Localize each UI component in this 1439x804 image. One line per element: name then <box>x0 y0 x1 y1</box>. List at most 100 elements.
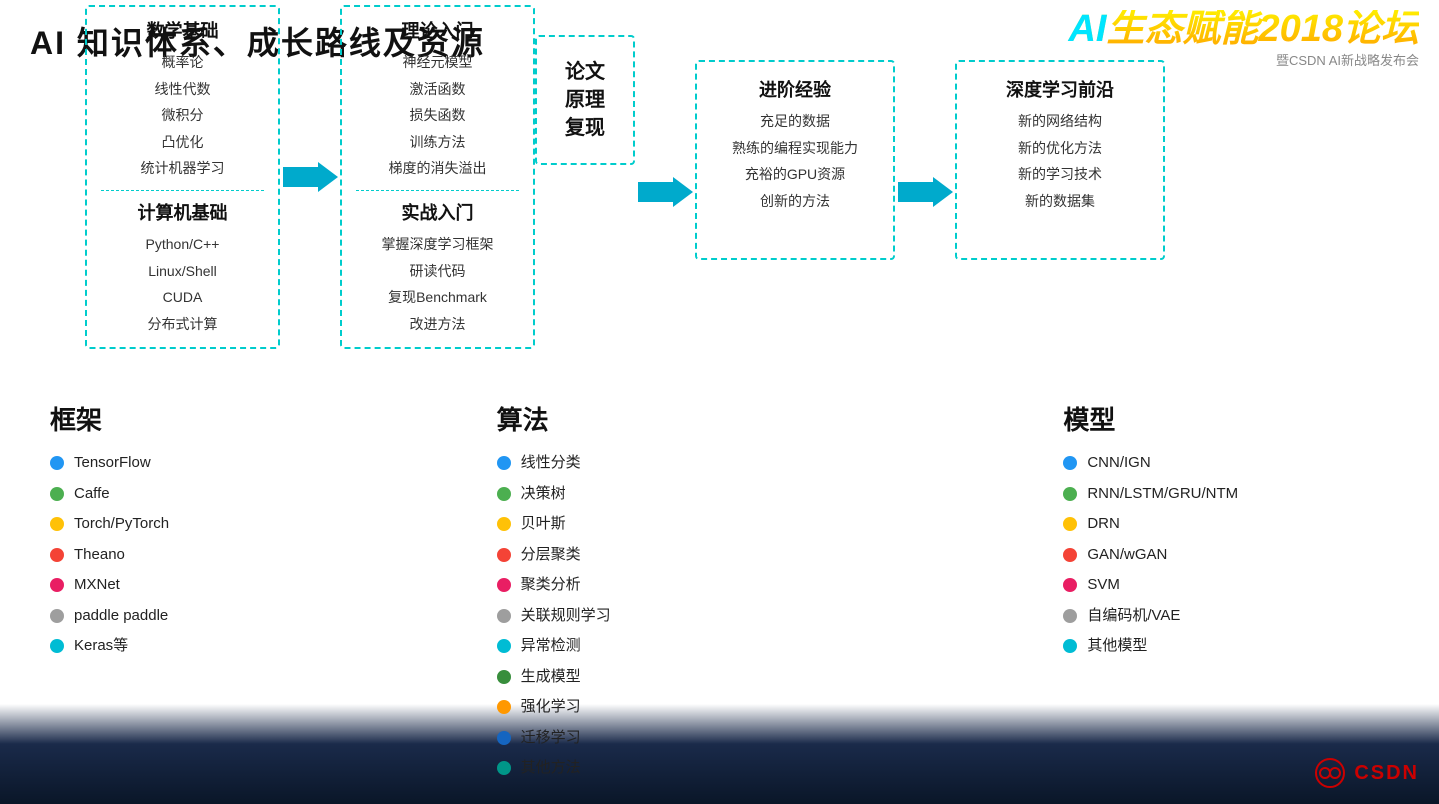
model-title: 模型 <box>1063 400 1390 437</box>
math-item-4: 凸优化 <box>101 129 264 156</box>
framework-item-keras: Keras等 <box>50 635 377 658</box>
practice-item-1: 掌握深度学习框架 <box>356 231 519 258</box>
cs-item-4: 分布式计算 <box>101 311 264 338</box>
dot-tensorflow <box>50 456 64 470</box>
dot-model-1 <box>1063 456 1077 470</box>
theory-item-4: 训练方法 <box>356 129 519 156</box>
legend-model: 模型 CNN/IGN RNN/LSTM/GRU/NTM DRN GAN/wGAN… <box>1043 390 1410 798</box>
framework-item-tensorflow: TensorFlow <box>50 452 377 475</box>
model-item-3: DRN <box>1063 513 1390 536</box>
deep-items: 新的网络结构 新的优化方法 新的学习技术 新的数据集 <box>973 108 1147 214</box>
dot-caffe <box>50 487 64 501</box>
dot-algo-8 <box>497 670 511 684</box>
divider-1 <box>101 190 264 191</box>
algo-item-1: 线性分类 <box>497 452 824 475</box>
algo-item-11: 其他方法 <box>497 757 824 780</box>
model-item-5: SVM <box>1063 574 1390 597</box>
paper-title: 论文原理复现 <box>565 58 605 142</box>
box-deep-learning: 深度学习前沿 新的网络结构 新的优化方法 新的学习技术 新的数据集 <box>955 60 1165 260</box>
dot-algo-9 <box>497 700 511 714</box>
flow-diagram: 数学基础 概率论 线性代数 微积分 凸优化 统计机器学习 计算机基础 Pytho… <box>85 5 1165 349</box>
dot-model-4 <box>1063 548 1077 562</box>
adv-item-4: 创新的方法 <box>713 188 877 215</box>
dot-theano <box>50 548 64 562</box>
label-algo-1: 线性分类 <box>521 452 581 475</box>
label-algo-4: 分层聚类 <box>521 544 581 567</box>
dot-model-2 <box>1063 487 1077 501</box>
label-algo-10: 迁移学习 <box>521 727 581 750</box>
framework-item-paddle: paddle paddle <box>50 605 377 628</box>
dot-algo-1 <box>497 456 511 470</box>
label-keras: Keras等 <box>74 635 128 658</box>
algo-item-7: 异常检测 <box>497 635 824 658</box>
cs-item-1: Python/C++ <box>101 231 264 258</box>
label-model-3: DRN <box>1087 513 1120 536</box>
dot-model-3 <box>1063 517 1077 531</box>
practice-title: 实战入门 <box>356 199 519 225</box>
dot-model-6 <box>1063 609 1077 623</box>
label-model-1: CNN/IGN <box>1087 452 1150 475</box>
theory-title: 理论入门 <box>356 17 519 43</box>
advanced-title: 进阶经验 <box>713 76 877 102</box>
adv-item-2: 熟练的编程实现能力 <box>713 135 877 162</box>
label-model-5: SVM <box>1087 574 1120 597</box>
label-model-2: RNN/LSTM/GRU/NTM <box>1087 483 1238 506</box>
dot-mxnet <box>50 578 64 592</box>
deep-title: 深度学习前沿 <box>973 76 1147 102</box>
practice-item-2: 研读代码 <box>356 258 519 285</box>
label-algo-7: 异常检测 <box>521 635 581 658</box>
math-item-1: 概率论 <box>101 49 264 76</box>
arrow-1 <box>280 5 340 349</box>
algo-item-6: 关联规则学习 <box>497 605 824 628</box>
arrow-2 <box>635 35 695 349</box>
practice-item-3: 复现Benchmark <box>356 284 519 311</box>
algo-item-8: 生成模型 <box>497 666 824 689</box>
deep-item-1: 新的网络结构 <box>973 108 1147 135</box>
box-foundations: 数学基础 概率论 线性代数 微积分 凸优化 统计机器学习 计算机基础 Pytho… <box>85 5 280 349</box>
algo-item-10: 迁移学习 <box>497 727 824 750</box>
label-model-7: 其他模型 <box>1087 635 1147 658</box>
practice-item-4: 改进方法 <box>356 311 519 338</box>
theory-item-3: 损失函数 <box>356 102 519 129</box>
cs-item-2: Linux/Shell <box>101 258 264 285</box>
arrow-3 <box>895 35 955 349</box>
algo-item-9: 强化学习 <box>497 696 824 719</box>
legend-section: 框架 TensorFlow Caffe Torch/PyTorch Theano… <box>30 390 1410 798</box>
framework-item-theano: Theano <box>50 544 377 567</box>
label-algo-5: 聚类分析 <box>521 574 581 597</box>
model-item-6: 自编码机/VAE <box>1063 605 1390 628</box>
math-title: 数学基础 <box>101 17 264 43</box>
math-items: 概率论 线性代数 微积分 凸优化 统计机器学习 <box>101 49 264 182</box>
deep-item-4: 新的数据集 <box>973 188 1147 215</box>
label-paddle: paddle paddle <box>74 605 168 628</box>
adv-item-3: 充裕的GPU资源 <box>713 161 877 188</box>
algorithm-title: 算法 <box>497 400 824 437</box>
csdn-logo: CSDN <box>1314 757 1419 789</box>
theory-item-2: 激活函数 <box>356 76 519 103</box>
label-mxnet: MXNet <box>74 574 120 597</box>
label-algo-9: 强化学习 <box>521 696 581 719</box>
model-item-1: CNN/IGN <box>1063 452 1390 475</box>
model-item-4: GAN/wGAN <box>1063 544 1390 567</box>
cs-items: Python/C++ Linux/Shell CUDA 分布式计算 <box>101 231 264 337</box>
label-tensorflow: TensorFlow <box>74 452 151 475</box>
dot-algo-3 <box>497 517 511 531</box>
label-theano: Theano <box>74 544 125 567</box>
box-advanced: 进阶经验 充足的数据 熟练的编程实现能力 充裕的GPU资源 创新的方法 <box>695 60 895 260</box>
legend-algorithm: 算法 线性分类 决策树 贝叶斯 分层聚类 聚类分析 关联规则学习 异常检测 <box>477 390 844 798</box>
label-torch: Torch/PyTorch <box>74 513 169 536</box>
framework-item-mxnet: MXNet <box>50 574 377 597</box>
theory-item-5: 梯度的消失溢出 <box>356 155 519 182</box>
label-algo-8: 生成模型 <box>521 666 581 689</box>
box-theory-practice: 理论入门 神经元模型 激活函数 损失函数 训练方法 梯度的消失溢出 实战入门 掌… <box>340 5 535 349</box>
csdn-text: CSDN <box>1354 762 1419 785</box>
model-item-7: 其他模型 <box>1063 635 1390 658</box>
spacer-1 <box>397 390 477 798</box>
label-model-4: GAN/wGAN <box>1087 544 1167 567</box>
label-model-6: 自编码机/VAE <box>1087 605 1180 628</box>
deep-item-3: 新的学习技术 <box>973 161 1147 188</box>
cs-item-3: CUDA <box>101 284 264 311</box>
algo-item-5: 聚类分析 <box>497 574 824 597</box>
csdn-icon-svg <box>1314 757 1346 789</box>
spacer-2 <box>843 390 1043 798</box>
